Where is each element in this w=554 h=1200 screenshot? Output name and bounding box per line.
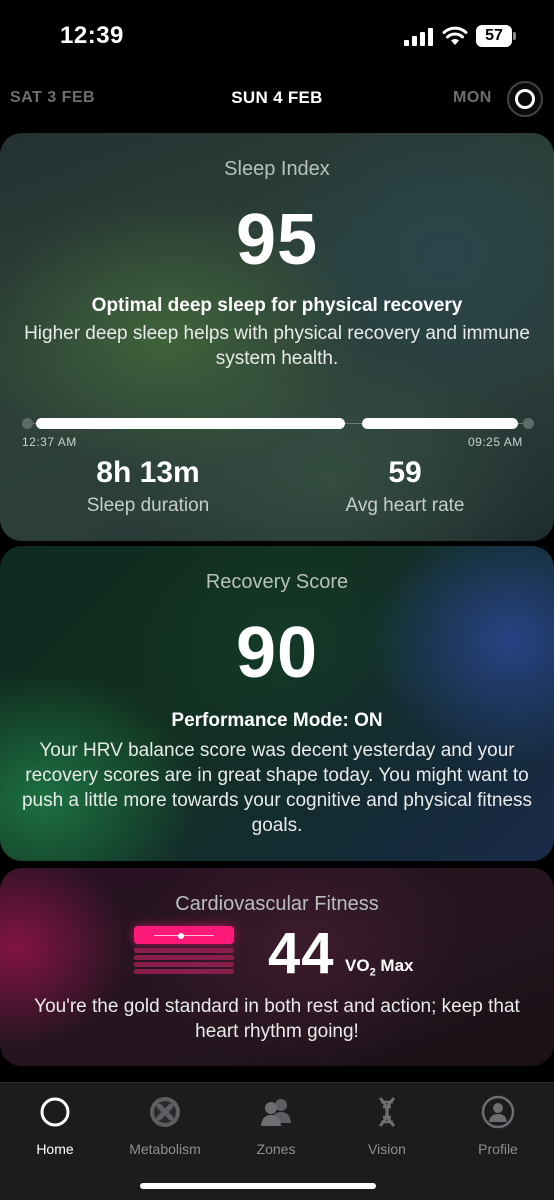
battery-level: 57 xyxy=(476,25,512,47)
tab-label: Zones xyxy=(256,1141,296,1157)
wifi-icon xyxy=(442,26,468,45)
sleep-duration-label: Sleep duration xyxy=(86,495,210,516)
sleep-description: Higher deep sleep helps with physical re… xyxy=(24,323,530,369)
sleep-segment-1 xyxy=(36,418,345,429)
vo2-level-graphic xyxy=(134,926,234,974)
tab-zones[interactable]: Zones xyxy=(221,1091,331,1161)
date-nav: SAT 3 FEB SUN 4 FEB MON xyxy=(0,80,554,116)
avg-heart-rate-value: 59 xyxy=(388,456,422,489)
tab-home[interactable]: Home xyxy=(0,1091,110,1161)
sleep-index-card[interactable]: Sleep Index 95 Optimal deep sleep for ph… xyxy=(0,133,554,541)
tab-metabolism[interactable]: Metabolism xyxy=(110,1091,220,1161)
zones-people-icon xyxy=(261,1099,291,1126)
avg-heart-rate-label: Avg heart rate xyxy=(345,495,465,516)
profile-icon xyxy=(481,1095,515,1129)
sleep-headline: Optimal deep sleep for physical recovery xyxy=(91,295,463,316)
date-next[interactable]: MON xyxy=(453,89,492,107)
recovery-score: 90 xyxy=(235,613,319,693)
sleep-start-time: 12:37 AM xyxy=(22,435,77,449)
ring-icon xyxy=(515,89,535,109)
tab-label: Vision xyxy=(368,1141,406,1157)
cardio-description: You're the gold standard in both rest an… xyxy=(34,996,520,1042)
vo2-max-value: 44 xyxy=(268,921,335,986)
vo2-max-unit: VO2 Max xyxy=(345,956,414,979)
sleep-timeline xyxy=(22,417,534,431)
battery-icon: 57 xyxy=(476,25,516,47)
home-ring-icon xyxy=(40,1097,70,1127)
cardio-fitness-card[interactable]: Cardiovascular Fitness 44 VO2 Max You're… xyxy=(0,868,554,1066)
recovery-headline: Performance Mode: ON xyxy=(171,710,383,731)
home-indicator[interactable] xyxy=(140,1183,376,1189)
tab-vision[interactable]: Vision xyxy=(332,1091,442,1161)
sleep-score: 95 xyxy=(235,200,319,280)
cellular-signal-icon xyxy=(404,28,434,46)
tab-label: Metabolism xyxy=(129,1141,201,1157)
tab-label: Home xyxy=(36,1141,74,1157)
vision-dna-icon xyxy=(378,1096,396,1128)
ring-button[interactable] xyxy=(507,81,543,117)
metabolism-icon xyxy=(150,1097,180,1127)
tab-label: Profile xyxy=(478,1141,518,1157)
status-bar: 12:39 57 xyxy=(0,0,554,70)
cardio-card-title: Cardiovascular Fitness xyxy=(175,893,379,915)
screen: 12:39 57 SAT 3 FEB SUN 4 FEB MON Sleep I… xyxy=(0,0,554,1200)
status-time: 12:39 xyxy=(60,22,124,49)
sleep-card-title: Sleep Index xyxy=(224,158,330,180)
sleep-duration-value: 8h 13m xyxy=(96,456,200,489)
sleep-segment-2 xyxy=(362,418,518,429)
recovery-score-card[interactable]: Recovery Score 90 Performance Mode: ON Y… xyxy=(0,546,554,861)
recovery-card-title: Recovery Score xyxy=(205,571,349,593)
recovery-description: Your HRV balance score was decent yester… xyxy=(21,740,533,836)
tab-profile[interactable]: Profile xyxy=(443,1091,553,1161)
sleep-end-time: 09:25 AM xyxy=(468,435,523,449)
